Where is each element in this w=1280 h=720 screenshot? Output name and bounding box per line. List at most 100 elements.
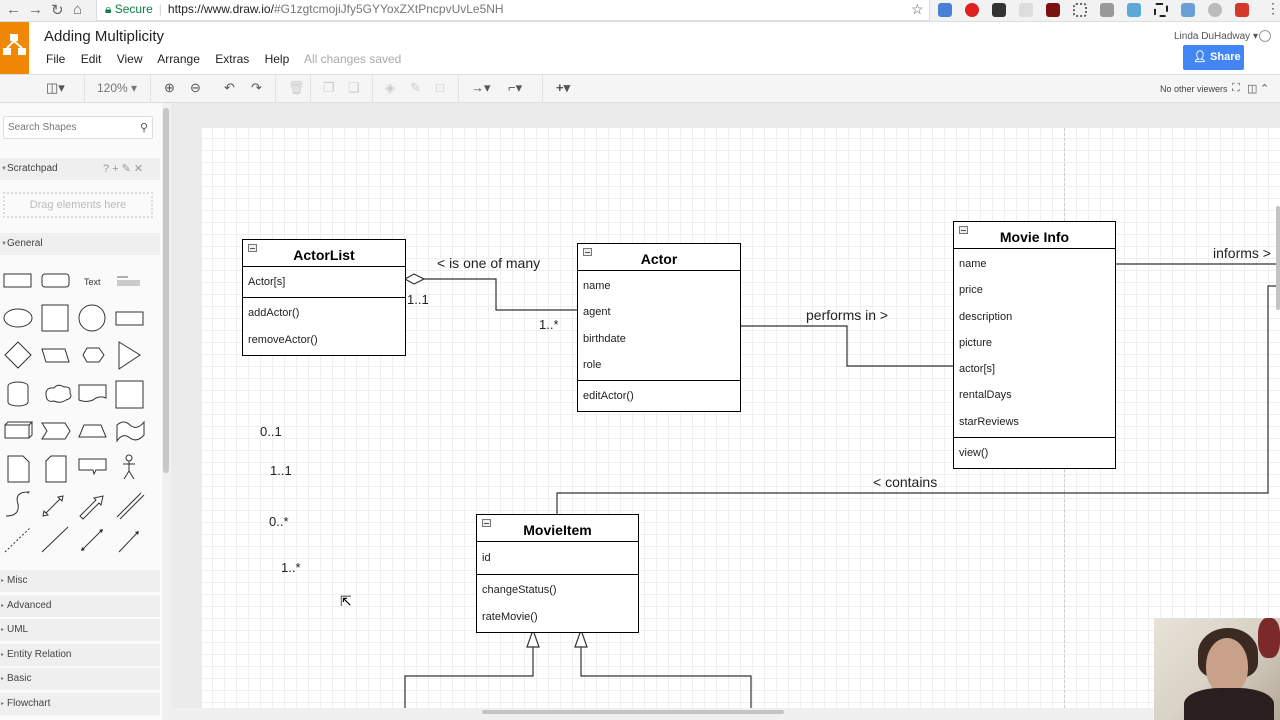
section-flowchart[interactable]: ▸ Flowchart — [0, 693, 160, 715]
undo-icon[interactable]: ↶ — [224, 80, 235, 96]
extension-icon[interactable] — [938, 3, 952, 17]
class-header[interactable]: ActorList — [243, 240, 405, 267]
to-front-icon[interactable]: ❐ — [323, 80, 335, 96]
to-back-icon[interactable]: ❏ — [348, 80, 360, 96]
bird-extension-icon[interactable] — [1127, 3, 1141, 17]
language-globe-icon[interactable] — [1259, 30, 1271, 42]
flame-extension-icon[interactable] — [992, 3, 1006, 17]
section-advanced[interactable]: ▸ Advanced — [0, 595, 160, 617]
menu-help[interactable]: Help — [265, 52, 290, 66]
shadow-icon[interactable]: □ — [436, 80, 444, 95]
vertical-scroll-thumb[interactable] — [1276, 206, 1280, 310]
class-header[interactable]: Movie Info — [954, 222, 1115, 249]
share-button[interactable]: 👤︎ Share — [1183, 45, 1244, 70]
diagram-page[interactable] — [202, 128, 1280, 708]
home-icon[interactable]: ⌂ — [73, 1, 82, 18]
method[interactable]: editActor() — [578, 383, 740, 409]
insert-plus-icon[interactable]: +▾ — [556, 80, 570, 96]
connection-style-icon[interactable]: →▾ — [471, 80, 491, 96]
section-uml[interactable]: ▸ UML — [0, 619, 160, 641]
delete-icon[interactable]: 🗑︎ — [288, 80, 305, 96]
scratchpad-tools[interactable]: ? + ✎ ✕ — [103, 158, 143, 180]
method[interactable]: rateMovie() — [477, 604, 638, 630]
menu-arrange[interactable]: Arrange — [157, 52, 200, 66]
screenshot-extension-icon[interactable] — [1154, 3, 1168, 17]
reload-icon[interactable]: ↻ — [51, 1, 64, 19]
multiplicity-legend-item[interactable]: 0..1 — [260, 424, 282, 439]
back-icon[interactable]: ← — [6, 1, 21, 18]
class-header[interactable]: MovieItem — [477, 515, 638, 542]
edge-label-informs[interactable]: informs > — [1213, 245, 1271, 261]
menu-extras[interactable]: Extras — [215, 52, 249, 66]
edge-label-contains[interactable]: < contains — [873, 474, 937, 490]
collapse-icon[interactable]: ⌃ — [1260, 82, 1269, 95]
zoom-out-icon[interactable]: ⊖ — [190, 80, 201, 96]
attribute[interactable]: agent — [578, 299, 740, 325]
attribute[interactable]: description — [954, 304, 1115, 330]
opera-extension-icon[interactable] — [965, 3, 979, 17]
class-actor[interactable]: Actor name agent birthdate role editActo… — [577, 243, 741, 413]
class-actorlist[interactable]: ActorList Actor[s] addActor() removeActo… — [242, 239, 406, 356]
redo-icon[interactable]: ↷ — [251, 80, 262, 96]
menu-file[interactable]: File — [46, 52, 65, 66]
multiplicity-legend-item[interactable]: 1..* — [281, 560, 301, 575]
attribute[interactable]: Actor[s] — [243, 269, 405, 295]
toggle-panel-icon[interactable]: ◫ — [1247, 82, 1257, 95]
horizontal-scroll-thumb[interactable] — [482, 710, 784, 714]
fill-color-icon[interactable]: ◈ — [385, 80, 395, 96]
class-movie-info[interactable]: Movie Info name price description pictur… — [953, 221, 1116, 470]
attribute[interactable]: price — [954, 277, 1115, 303]
document-title[interactable]: Adding Multiplicity — [44, 28, 164, 45]
section-scratchpad[interactable]: ▼ Scratchpad ? + ✎ ✕ — [0, 158, 160, 180]
format-panel-icon[interactable]: ◫▾ — [46, 80, 65, 96]
collapse-toggle-icon[interactable] — [482, 519, 491, 527]
attribute[interactable]: starReviews — [954, 409, 1115, 435]
attribute[interactable]: actor[s] — [954, 356, 1115, 382]
user-menu[interactable]: Linda DuHadway ▾ — [1174, 31, 1258, 42]
attribute[interactable]: name — [578, 273, 740, 299]
menu-view[interactable]: View — [117, 52, 143, 66]
zoom-in-icon[interactable]: ⊕ — [164, 80, 175, 96]
browser-menu-icon[interactable]: ⋮ — [1266, 0, 1280, 17]
bookmark-star-icon[interactable]: ☆ — [911, 1, 924, 18]
collapse-toggle-icon[interactable] — [583, 248, 592, 256]
attribute[interactable]: id — [477, 545, 638, 571]
waypoint-style-icon[interactable]: ⌐▾ — [508, 80, 522, 96]
fullscreen-icon[interactable]: ⛶ — [1232, 82, 1240, 95]
attribute[interactable]: name — [954, 251, 1115, 277]
camera-extension-icon[interactable] — [1100, 3, 1114, 17]
zoom-dropdown[interactable]: 120% ▾ — [97, 81, 137, 95]
attribute[interactable]: role — [578, 352, 740, 378]
multiplicity-legend-item[interactable]: 1..1 — [270, 463, 292, 478]
method[interactable]: addActor() — [243, 300, 405, 326]
attribute[interactable]: birthdate — [578, 326, 740, 352]
sidebar-scroll-thumb[interactable] — [163, 108, 169, 473]
acrobat-extension-icon[interactable] — [1046, 3, 1060, 17]
address-bar[interactable]: 🔒︎ Secure | https://www.draw.io/#G1zgtcmoj… — [96, 0, 930, 21]
method[interactable]: changeStatus() — [477, 577, 638, 603]
translate-extension-icon[interactable] — [1181, 3, 1195, 17]
section-basic[interactable]: ▸ Basic — [0, 668, 160, 690]
loader-extension-icon[interactable] — [1073, 3, 1087, 17]
method[interactable]: view() — [954, 440, 1115, 466]
multiplicity-label[interactable]: 1..* — [539, 317, 559, 332]
method[interactable]: removeActor() — [243, 327, 405, 353]
section-entity-relation[interactable]: ▸ Entity Relation — [0, 644, 160, 666]
search-shapes-input[interactable]: Search Shapes ⚲ — [3, 116, 153, 139]
skype-extension-icon[interactable] — [1208, 3, 1222, 17]
forward-icon[interactable]: → — [28, 1, 43, 18]
attribute[interactable]: picture — [954, 330, 1115, 356]
attribute[interactable]: rentalDays — [954, 382, 1115, 408]
multiplicity-legend-item[interactable]: 0..* — [269, 514, 289, 529]
edge-label-is-one-of-many[interactable]: < is one of many — [437, 255, 540, 271]
line-color-icon[interactable]: ✎ — [410, 80, 421, 96]
edge-label-performs-in[interactable]: performs in > — [806, 307, 888, 323]
class-movieitem[interactable]: MovieItem id changeStatus() rateMovie() — [476, 514, 639, 633]
search-icon[interactable]: ⚲ — [140, 121, 148, 134]
flower-extension-icon[interactable] — [1019, 3, 1033, 17]
scratchpad-dropzone[interactable]: Drag elements here — [3, 192, 153, 218]
notes-extension-icon[interactable] — [1235, 3, 1249, 17]
collapse-toggle-icon[interactable] — [248, 244, 257, 252]
multiplicity-label[interactable]: 1..1 — [407, 292, 429, 307]
class-header[interactable]: Actor — [578, 244, 740, 271]
